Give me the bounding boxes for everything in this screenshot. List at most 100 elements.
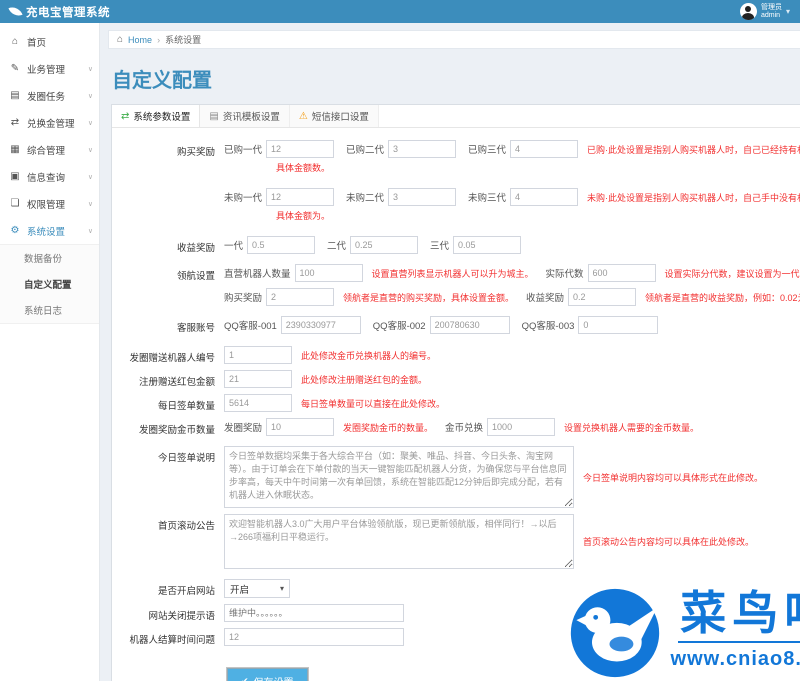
submenu-item-backup[interactable]: 数据备份 [0, 245, 99, 271]
tab-system-params[interactable]: ⇄ 系统参数设置 [112, 105, 201, 127]
sidebar-item-info[interactable]: ▣ 信息查询 ∨ [0, 163, 99, 190]
helper-note: 设置实际分代数，建议设置为一代。 [664, 268, 800, 279]
field-label: 首页滚动公告 [157, 521, 215, 532]
robot-settle-input[interactable] [224, 628, 404, 646]
income-gen3-input[interactable] [453, 236, 522, 254]
sidebar-item-system-settings[interactable]: ⚙ 系统设置 ∨ [0, 217, 99, 244]
row-home-notice: 首页滚动公告 欢迎智能机器人3.0广大用户平台体验领航版，现已更新领航版，相伴同… [124, 514, 800, 569]
income-gen1-input[interactable] [247, 236, 316, 254]
user-avatar [739, 3, 757, 20]
row-pilot-2: 购买奖励 领航者是直营的购买奖励，具体设置金额。 收益奖励 领航者是直营的收益奖… [124, 288, 800, 306]
field-label: 今日签单说明 [157, 453, 215, 464]
check-icon: ✔ [241, 676, 249, 681]
watermark-site-name: 菜鸟吧 [678, 587, 800, 643]
list-icon: ▤ [209, 110, 219, 122]
user-account: admin [760, 11, 781, 19]
chevron-down-icon: ∨ [87, 200, 93, 208]
unbought-gen2-input[interactable] [388, 188, 457, 206]
sidebar-item-home[interactable]: ⌂ 首页 [0, 28, 99, 55]
field-label: 机器人结算时间问题 [129, 635, 215, 646]
row-coin-reward: 发圈奖励金币数量 发圈奖励 发圈奖励金币的数量。 金币兑换 设置兑换机器人需要的… [124, 418, 800, 436]
tab-sms-api[interactable]: ⚠ 短信接口设置 [289, 105, 379, 127]
helper-note: 未购·此处设置是指别人购买机器人时，自己手中没有机器人。 [587, 192, 800, 203]
website-open-select[interactable]: 开启 ▾ [224, 579, 290, 598]
edit-icon: ✎ [10, 63, 20, 74]
bought-gen3-input[interactable] [510, 140, 579, 158]
pilot-robot-count-input[interactable] [294, 264, 363, 282]
sidebar-item-tasks[interactable]: ▤ 发圈任务 ∨ [0, 82, 99, 109]
helper-note: 领航者是直营的收益奖励，例如：0.02元。 [645, 292, 800, 303]
field-label: 发圈赠送机器人编号 [129, 353, 215, 364]
qq-service-002-input[interactable] [429, 316, 510, 334]
qq-service-003-input[interactable] [578, 316, 659, 334]
save-button[interactable]: ✔ 保存设置 [226, 667, 309, 681]
unbought-gen3-input[interactable] [510, 188, 579, 206]
coin-exchange-input[interactable] [487, 418, 556, 436]
field-label: 发圈奖励金币数量 [138, 425, 215, 436]
gift-robot-input[interactable] [224, 346, 292, 364]
today-sign-textarea[interactable]: 今日签单数据均采集于各大综合平台（如：聚美、唯品、抖音、今日头条、淘宝网等）。由… [224, 446, 574, 508]
leaf-logo-icon [8, 4, 23, 19]
helper-note: 设置兑换机器人需要的金币数量。 [564, 422, 700, 433]
card-icon: ▣ [10, 171, 20, 182]
circle-reward-input[interactable] [266, 418, 335, 436]
breadcrumb-home-link[interactable]: Home [128, 35, 152, 45]
field-label: 收益奖励 [176, 243, 215, 254]
bought-gen2-input[interactable] [388, 140, 457, 158]
bought-gen1-input[interactable] [266, 140, 335, 158]
selected-option: 开启 [230, 584, 250, 596]
income-gen2-input[interactable] [350, 236, 419, 254]
warning-icon: ⚠ [298, 110, 308, 122]
tab-news-template[interactable]: ▤ 资讯模板设置 [200, 105, 290, 127]
helper-note: 设置直营列表显示机器人可以升为城主。 [371, 268, 534, 279]
pilot-actual-gen-input[interactable] [587, 264, 656, 282]
bird-logo-icon [570, 588, 659, 678]
helper-subnote: 具体金额为。 [276, 211, 331, 221]
field-label: 客服账号 [176, 323, 215, 334]
chevron-down-icon: ∨ [87, 146, 93, 154]
book-icon: ▤ [10, 90, 20, 101]
field-label: 购买奖励 [176, 147, 215, 158]
watermark-site-url: www.cniao8.com [670, 648, 800, 670]
file-icon: ❏ [10, 198, 20, 209]
tab-bar: ⇄ 系统参数设置 ▤ 资讯模板设置 ⚠ 短信接口设置 [112, 105, 800, 128]
exchange-icon: ⇄ [10, 117, 20, 128]
helper-subnote: 具体金额数。 [276, 163, 331, 173]
field-label: 注册赠送红包金额 [138, 377, 215, 388]
sidebar: ⌂ 首页 ✎ 业务管理 ∨ ▤ 发圈任务 ∨ ⇄ 兑换金管理 ∨ ▦ 综合管理 … [0, 23, 100, 681]
field-label: 每日签单数量 [157, 401, 215, 412]
app-brand[interactable]: 充电宝管理系统 [0, 4, 110, 20]
pilot-income-reward-input[interactable] [568, 288, 637, 306]
row-buy-reward-bought: 购买奖励 已购一代 已购二代 已购三代 已购·此处设置是指别人购买机器人时，自己… [124, 140, 800, 182]
breadcrumb-separator: › [157, 34, 161, 45]
qq-service-001-input[interactable] [280, 316, 361, 334]
daily-orders-input[interactable] [224, 394, 292, 412]
submenu-item-system-log[interactable]: 系统日志 [0, 297, 99, 323]
sidebar-item-exchange[interactable]: ⇄ 兑换金管理 ∨ [0, 109, 99, 136]
breadcrumb-current: 系统设置 [165, 35, 202, 45]
content-area: ⌂ Home › 系统设置 自定义配置 ⇄ 系统参数设置 ▤ 资讯模板设置 ⚠ … [100, 23, 800, 681]
helper-note: 每日签单数量可以直接在此处修改。 [301, 398, 446, 409]
sidebar-item-permission[interactable]: ❏ 权限管理 ∨ [0, 190, 99, 217]
chevron-down-icon: ∨ [87, 227, 93, 235]
sidebar-item-business[interactable]: ✎ 业务管理 ∨ [0, 55, 99, 82]
chevron-down-icon: ∨ [87, 92, 93, 100]
helper-note: 此处修改金币兑换机器人的编号。 [301, 350, 437, 361]
pilot-buy-reward-input[interactable] [266, 288, 335, 306]
user-name: 管理员 [760, 3, 782, 11]
site-close-tip-input[interactable] [224, 604, 404, 622]
field-label: 领航设置 [176, 271, 215, 282]
site-watermark: 菜鸟吧 www.cniao8.com [569, 587, 800, 679]
breadcrumb-home-icon: ⌂ [117, 34, 124, 45]
user-menu[interactable]: 管理员 admin ▾ [739, 3, 800, 20]
unbought-gen1-input[interactable] [266, 188, 335, 206]
register-redpacket-input[interactable] [224, 370, 292, 388]
field-label: 是否开启网站 [157, 586, 215, 597]
top-navbar: 充电宝管理系统 管理员 admin ▾ [0, 0, 800, 23]
app-title: 充电宝管理系统 [26, 6, 110, 19]
home-notice-textarea[interactable]: 欢迎智能机器人3.0广大用户平台体验领航版，现已更新领航版，相伴同行！→以后→2… [224, 514, 574, 569]
row-register-redpacket: 注册赠送红包金额 此处修改注册赠送红包的金额。 [124, 370, 800, 388]
submenu-item-custom-config[interactable]: 自定义配置 [0, 271, 99, 297]
breadcrumb: ⌂ Home › 系统设置 [108, 30, 800, 49]
sidebar-item-general[interactable]: ▦ 综合管理 ∨ [0, 136, 99, 163]
